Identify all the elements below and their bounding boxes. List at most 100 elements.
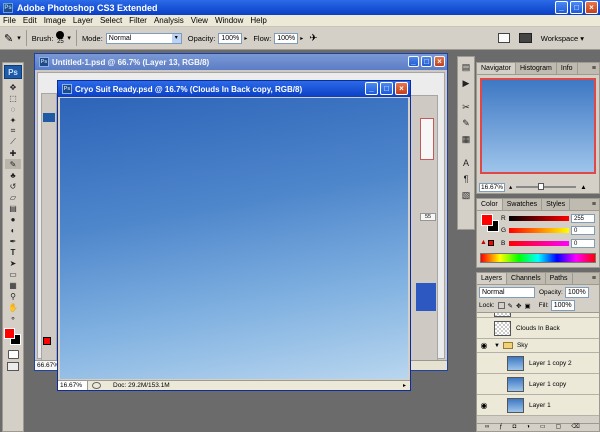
path-selection-tool-icon[interactable]: ➤ xyxy=(5,258,21,268)
quick-mask-icon[interactable] xyxy=(7,350,19,359)
doc-close-button[interactable]: × xyxy=(395,82,408,95)
layer-opacity-field[interactable]: 100% xyxy=(564,286,589,298)
layer-row[interactable]: Layer 1 copy xyxy=(477,374,599,395)
brush-picker-chevron-down-icon[interactable]: ▾ xyxy=(67,34,71,42)
delete-layer-icon[interactable]: ⌫ xyxy=(571,424,579,431)
menu-select[interactable]: Select xyxy=(100,16,122,25)
new-group-icon[interactable]: ▭ xyxy=(540,424,546,431)
document-title-bar[interactable]: Ps Untitled-1.psd @ 66.7% (Layer 13, RGB… xyxy=(35,54,447,70)
out-of-gamut-warning-icon[interactable]: ▲ xyxy=(480,239,487,246)
layer-style-icon[interactable]: ƒ xyxy=(499,424,502,431)
type-tool-icon[interactable]: T xyxy=(5,247,21,257)
crop-tool-icon[interactable]: ⌗ xyxy=(5,126,21,136)
palette-well-icon[interactable] xyxy=(518,33,532,43)
tab-channels[interactable]: Channels xyxy=(507,273,546,284)
navigator-zoom-slider[interactable] xyxy=(516,183,577,190)
opacity-field[interactable]: 100% xyxy=(218,32,243,44)
menu-analysis[interactable]: Analysis xyxy=(154,16,184,25)
zoom-out-icon[interactable]: ▴ xyxy=(509,183,512,191)
eyedropper-tool-icon[interactable]: ⚲ xyxy=(5,291,21,301)
brushes-panel-icon[interactable]: ✎ xyxy=(460,117,472,129)
slider-track-r[interactable] xyxy=(509,215,569,221)
file-browser-icon[interactable] xyxy=(497,33,510,43)
screen-mode-icon[interactable] xyxy=(7,362,19,371)
brush-tool-icon[interactable]: ✎ xyxy=(4,32,13,45)
doc-maximize-button[interactable]: □ xyxy=(421,56,432,67)
doc-close-button[interactable]: × xyxy=(434,56,445,67)
channel-value-b[interactable]: 0 xyxy=(571,238,595,248)
maximize-button[interactable]: □ xyxy=(570,1,583,14)
layer-comps-icon[interactable]: ▧ xyxy=(460,189,472,201)
channel-value-r[interactable]: 255 xyxy=(571,213,595,223)
channel-value-g[interactable]: 0 xyxy=(571,225,595,235)
history-panel-icon[interactable]: ▤ xyxy=(460,61,472,73)
foreground-background-swatches[interactable] xyxy=(3,327,23,347)
menu-layer[interactable]: Layer xyxy=(73,16,93,25)
menu-window[interactable]: Window xyxy=(215,16,243,25)
clone-source-icon[interactable]: ▦ xyxy=(460,133,472,145)
menu-help[interactable]: Help xyxy=(250,16,266,25)
color-swatches[interactable] xyxy=(480,213,500,233)
new-layer-icon[interactable]: ▢ xyxy=(556,424,562,431)
slider-track-b[interactable] xyxy=(509,240,569,246)
airbrush-icon[interactable]: ✈ xyxy=(309,33,317,44)
zoom-field[interactable]: 16.67% xyxy=(58,381,88,390)
pen-tool-icon[interactable]: ✒ xyxy=(5,236,21,246)
layer-row[interactable]: Layer 1 copy 2 xyxy=(477,353,599,374)
move-tool-icon[interactable]: ✥ xyxy=(5,82,21,92)
status-menu-icon[interactable] xyxy=(92,382,101,389)
color-spectrum-ramp[interactable] xyxy=(480,253,596,263)
doc-minimize-button[interactable]: _ xyxy=(365,82,378,95)
tab-color[interactable]: Color xyxy=(477,199,503,210)
tab-info[interactable]: Info xyxy=(556,63,578,74)
sky-canvas[interactable] xyxy=(60,98,408,379)
layer-group-row[interactable]: ◉ ▼ Sky xyxy=(477,339,599,353)
flow-chevron-right-icon[interactable]: ▸ xyxy=(300,35,303,42)
dodge-tool-icon[interactable]: ◐ xyxy=(5,225,21,235)
lock-pixels-icon[interactable]: ✎ xyxy=(508,302,513,310)
healing-brush-tool-icon[interactable]: ✚ xyxy=(5,148,21,158)
gradient-tool-icon[interactable]: ▤ xyxy=(5,203,21,213)
clone-stamp-tool-icon[interactable]: ♣ xyxy=(5,170,21,180)
lasso-tool-icon[interactable]: ◌ xyxy=(5,104,21,114)
navigator-zoom-slider-thumb[interactable] xyxy=(538,183,545,190)
actions-panel-icon[interactable]: ▶ xyxy=(460,77,472,89)
notes-tool-icon[interactable]: ▦ xyxy=(5,280,21,290)
eye-icon[interactable]: ◉ xyxy=(477,341,491,350)
lock-position-icon[interactable]: ✥ xyxy=(516,302,521,310)
layer-mask-icon[interactable]: ◘ xyxy=(513,424,517,431)
panel-menu-icon[interactable]: ≡ xyxy=(589,273,599,284)
fill-field[interactable]: 100% xyxy=(550,300,575,311)
slider-track-g[interactable] xyxy=(509,227,569,233)
history-brush-tool-icon[interactable]: ↺ xyxy=(5,181,21,191)
panel-menu-icon[interactable]: ≡ xyxy=(589,199,599,210)
tab-paths[interactable]: Paths xyxy=(545,273,573,284)
menu-view[interactable]: View xyxy=(191,16,208,25)
workspace-button[interactable]: Workspace ▾ xyxy=(541,34,584,43)
slice-tool-icon[interactable]: ⟋ xyxy=(5,137,21,147)
tab-histogram[interactable]: Histogram xyxy=(515,63,557,74)
lock-transparency-icon[interactable] xyxy=(497,302,505,309)
lock-all-icon[interactable]: ▣ xyxy=(524,302,530,310)
blur-tool-icon[interactable]: ● xyxy=(5,214,21,224)
document-title-bar[interactable]: Ps Cryo Suit Ready.psd @ 16.7% (Clouds I… xyxy=(58,81,410,97)
menu-edit[interactable]: Edit xyxy=(23,16,37,25)
tab-navigator[interactable]: Navigator xyxy=(477,63,516,74)
close-button[interactable]: × xyxy=(585,1,598,14)
menu-filter[interactable]: Filter xyxy=(129,16,147,25)
doc-maximize-button[interactable]: □ xyxy=(380,82,393,95)
tool-preset-chevron-down-icon[interactable]: ▾ xyxy=(17,34,21,42)
character-panel-icon[interactable]: A xyxy=(460,157,472,169)
tab-styles[interactable]: Styles xyxy=(542,199,571,210)
menu-file[interactable]: File xyxy=(3,16,16,25)
eraser-tool-icon[interactable]: ▱ xyxy=(5,192,21,202)
group-expand-icon[interactable]: ▼ xyxy=(494,343,500,349)
websafe-swatch[interactable] xyxy=(488,240,494,246)
tab-swatches[interactable]: Swatches xyxy=(502,199,543,210)
link-layers-icon[interactable]: ∞ xyxy=(485,424,489,431)
brush-picker[interactable]: 25 xyxy=(56,31,65,45)
doc-minimize-button[interactable]: _ xyxy=(408,56,419,67)
tab-layers[interactable]: Layers xyxy=(477,273,508,284)
layer-row[interactable]: Clouds In Back xyxy=(477,318,599,339)
magic-wand-tool-icon[interactable]: ✦ xyxy=(5,115,21,125)
